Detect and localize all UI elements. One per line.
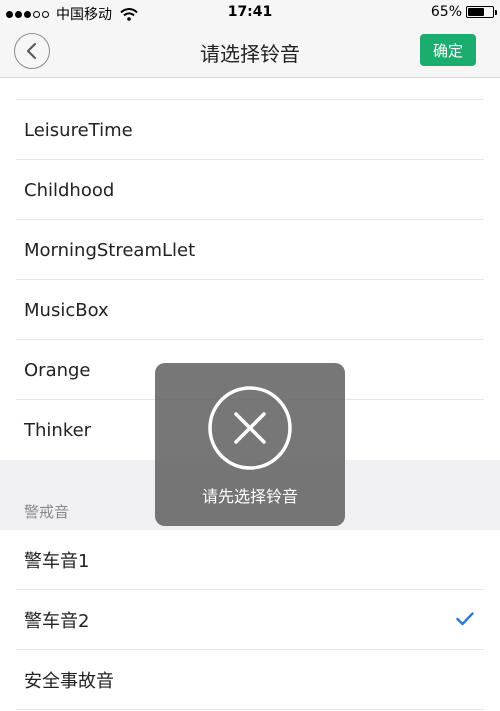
section-header-label: 警戒音 [24,503,70,521]
ringtone-label: LeisureTime [24,119,133,141]
toast-message: 请先选择铃音 [201,487,298,506]
list-item-partial[interactable] [0,78,500,100]
list-item[interactable]: 警车音1 [0,530,500,590]
ringtone-label: Thinker [24,419,92,441]
status-time: 17:41 [227,4,273,20]
list-item[interactable]: 安全事故音 [0,650,500,710]
list-item[interactable]: MorningStreamLlet [0,220,500,280]
alert-label: 安全事故音 [24,671,114,692]
list-item[interactable]: Childhood [0,160,500,220]
alert-label: 警车音1 [24,551,90,572]
list-item[interactable]: MusicBox [0,280,500,340]
alert-label: 警车音2 [24,611,90,632]
ringtone-label: MusicBox [24,299,109,321]
battery-fill [468,8,484,16]
battery-percent: 65% [430,4,462,20]
confirm-button[interactable]: 确定 [420,34,476,66]
error-toast: 请先选择铃音 [155,363,345,526]
list-item-selected[interactable]: 警车音2 [0,590,500,650]
status-bar: 中国移动 17:41 65% [0,0,500,26]
ringtone-label: MorningStreamLlet [24,239,196,261]
status-right: 65% [430,4,497,20]
list-item[interactable]: LeisureTime [0,100,500,160]
ringtone-label: Childhood [24,179,115,201]
close-circle-icon [208,386,292,470]
checkmark-icon [456,612,474,626]
battery-icon [466,6,497,18]
nav-bar: 请选择铃音 确定 [0,26,500,78]
ringtone-label: Orange [24,359,91,381]
